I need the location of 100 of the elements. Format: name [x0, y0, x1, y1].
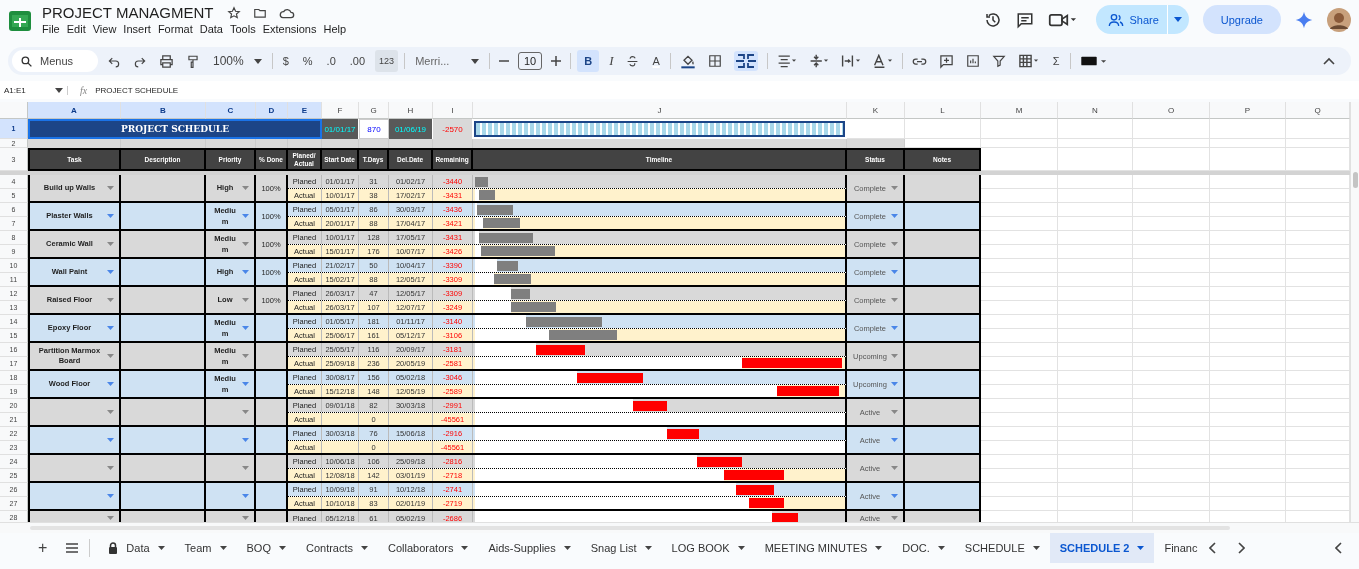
italic-button[interactable]: I — [605, 50, 618, 72]
column-header[interactable]: O — [1133, 102, 1210, 119]
column-header[interactable]: P — [1210, 102, 1286, 119]
task-dropdown[interactable] — [28, 399, 121, 427]
menu-item[interactable]: Tools — [227, 23, 261, 35]
column-header[interactable]: M — [981, 102, 1058, 119]
scroll-left-icon[interactable] — [1209, 542, 1218, 554]
plus-icon[interactable] — [551, 56, 562, 66]
strikethrough-icon[interactable] — [626, 54, 640, 68]
task-dropdown[interactable] — [28, 427, 121, 455]
borders-icon[interactable] — [707, 54, 722, 68]
share-button[interactable]: Share — [1096, 5, 1167, 34]
zoom-dropdown[interactable]: 100% — [209, 50, 266, 72]
add-comment-icon[interactable] — [938, 53, 954, 69]
number-format-button[interactable]: 123 — [375, 50, 399, 72]
sheet-tab[interactable]: Data — [98, 533, 175, 563]
chart-icon[interactable] — [965, 54, 980, 68]
column-header[interactable]: B — [121, 102, 206, 119]
priority-dropdown[interactable] — [206, 399, 256, 427]
menus-search-field[interactable]: Menus — [12, 50, 98, 72]
column-header[interactable]: J — [473, 102, 847, 119]
priority-dropdown[interactable] — [206, 511, 256, 522]
sheet-tab[interactable]: Team — [174, 533, 237, 563]
font-dropdown[interactable]: Merri... — [411, 50, 484, 72]
name-box[interactable]: A1:E1 — [0, 85, 68, 95]
menu-item[interactable]: File — [40, 23, 65, 35]
document-title[interactable]: PROJECT MANAGMENT — [40, 4, 216, 21]
menu-item[interactable]: Format — [155, 23, 198, 35]
caret-icon — [242, 186, 249, 190]
share-options-button[interactable] — [1166, 5, 1189, 34]
column-header[interactable]: L — [905, 102, 981, 119]
comment-icon[interactable] — [1016, 10, 1035, 29]
increase-decimal-button[interactable]: .00 — [345, 50, 370, 72]
caret-icon — [891, 516, 898, 520]
align-icon[interactable] — [776, 54, 797, 68]
print-icon[interactable] — [159, 53, 174, 69]
sparkle-icon[interactable] — [1295, 10, 1313, 29]
task-dropdown[interactable] — [28, 511, 121, 522]
priority-dropdown[interactable] — [206, 483, 256, 511]
priority-dropdown[interactable] — [206, 455, 256, 483]
sheet-tab[interactable]: SCHEDULE — [954, 533, 1050, 563]
sheet-tab[interactable]: LOG BOOK — [661, 533, 755, 563]
upgrade-button[interactable]: Upgrade — [1202, 5, 1281, 34]
bold-button[interactable]: B — [577, 50, 600, 72]
sheet-tab[interactable]: Collaborators — [378, 533, 479, 563]
fx-label: fx — [80, 84, 88, 96]
task-dropdown[interactable] — [28, 455, 121, 483]
formula-field[interactable]: PROJECT SCHEDULE — [95, 85, 179, 95]
percent-button[interactable]: % — [298, 50, 317, 72]
filter-icon[interactable] — [991, 54, 1006, 68]
caret-icon — [107, 354, 114, 358]
merge-cells-icon[interactable] — [733, 51, 758, 71]
vertical-align-icon[interactable] — [808, 54, 829, 68]
table-cell: -2570 — [433, 119, 473, 139]
avatar[interactable] — [1327, 7, 1351, 32]
priority-dropdown[interactable] — [206, 427, 256, 455]
caret-icon — [253, 58, 262, 64]
menu-item[interactable]: Edit — [64, 23, 91, 35]
text-rotation-icon[interactable] — [872, 54, 893, 68]
currency-button[interactable]: $ — [278, 50, 293, 72]
text-color-button[interactable]: A — [648, 50, 664, 72]
column-header[interactable]: D — [256, 102, 288, 119]
text-wrap-icon[interactable] — [840, 54, 861, 68]
sheet-tab[interactable]: Financ — [1154, 533, 1200, 563]
font-size-field[interactable]: 10 — [518, 52, 543, 70]
collapse-icon[interactable] — [1323, 57, 1335, 65]
column-header[interactable]: A — [28, 102, 121, 119]
menu-item[interactable]: Help — [321, 23, 352, 35]
column-header[interactable]: N — [1058, 102, 1133, 119]
caret-icon — [107, 382, 114, 386]
sheet-tab[interactable]: SCHEDULE 2 — [1049, 533, 1155, 563]
paint-format-icon[interactable] — [186, 53, 200, 69]
task-dropdown[interactable] — [28, 483, 121, 511]
sheets-logo-icon[interactable] — [8, 8, 32, 34]
menu-item[interactable]: Data — [197, 23, 228, 35]
sheet-tab[interactable]: Contracts — [295, 533, 379, 563]
column-header[interactable]: C — [206, 102, 256, 119]
add-sheet-button[interactable]: + — [30, 539, 56, 557]
functions-button[interactable]: Σ — [1048, 50, 1064, 72]
table-icon[interactable] — [1017, 54, 1040, 68]
sheet-tab[interactable]: MEETING MINUTES — [754, 533, 893, 563]
fill-color-icon[interactable] — [679, 53, 696, 69]
menu-icon[interactable] — [65, 542, 80, 554]
decrease-decimal-button[interactable]: .0 — [322, 50, 340, 72]
sheet-tab[interactable]: Aids-Supplies — [478, 533, 581, 563]
table-cell: 870 — [359, 119, 389, 139]
column-header[interactable]: K — [847, 102, 905, 119]
star-icon[interactable] — [227, 5, 242, 20]
sheet-tab[interactable]: Snag List — [580, 533, 662, 563]
history-icon[interactable] — [984, 10, 1003, 29]
table-cell — [322, 413, 359, 425]
scroll-right-icon[interactable] — [1237, 542, 1246, 554]
sheet-tab[interactable]: BOQ — [236, 533, 296, 563]
menu-item[interactable]: View — [90, 23, 122, 35]
menu-item[interactable]: Extensions — [260, 23, 322, 35]
column-header[interactable]: E — [288, 102, 322, 119]
timeline-blank — [475, 287, 511, 300]
sheet-tab[interactable]: DOC. — [892, 533, 955, 563]
side-panel-toggle-icon[interactable] — [1335, 542, 1343, 554]
menu-item[interactable]: Insert — [121, 23, 156, 35]
